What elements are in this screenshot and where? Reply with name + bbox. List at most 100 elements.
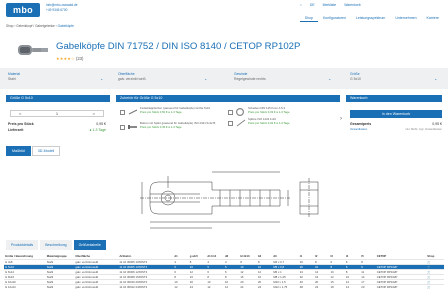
accessory-checkbox[interactable] [228, 121, 233, 126]
total-price: 0,95 € [432, 122, 442, 126]
tab-3d-model[interactable]: 3D-Modell [31, 146, 61, 156]
filter-size-label: Größe [350, 72, 360, 76]
nav-company[interactable]: Unternehmen [390, 15, 421, 22]
tab-product-details[interactable]: Produktdetails [6, 240, 39, 250]
table-cell: 20 [360, 283, 376, 289]
accessory-price: Preis pro Stück 0,50 € ● 1-3 Tage [140, 109, 182, 114]
table-cell: 12 [223, 283, 240, 289]
accessory-checkbox[interactable] [228, 110, 233, 115]
size-box: Größe G 5x10 [6, 95, 110, 147]
table-cell: G 12x24 [4, 283, 46, 289]
chevron-down-icon: ⌄ [100, 76, 104, 81]
accessories-title: Zubehör für Größe G 5x10 [116, 95, 340, 102]
cart-box: Warenkorb [346, 95, 442, 147]
delivery-label: Lieferzeit [8, 128, 24, 132]
table-cell: 48 [298, 283, 315, 289]
rating[interactable]: ★★★★☆ (23) [56, 56, 83, 61]
company-logo[interactable]: mbo [6, 3, 40, 17]
tab-dimension-drawing[interactable]: Maßbild [6, 146, 31, 156]
unit-price: 0,95 € [96, 122, 106, 126]
delivery-time: ● 1-3 Tage [89, 128, 106, 132]
table-cell: 11 10 30012 24X0ST4 [118, 283, 174, 289]
chevron-down-icon: ⌄ [328, 76, 332, 81]
nav-services[interactable]: Leistungsspektrum [351, 15, 390, 22]
filter-surface-value: galv. verzinkt weiß [118, 77, 146, 81]
qty-value[interactable]: 1 [56, 111, 58, 116]
top-links: ⌕ DE Merkliste Warenkorb [300, 3, 361, 7]
size-table: Größe / Bezeichnung Materialgruppe Oberflä… [4, 254, 444, 289]
accessory-price: Preis pro Stück 0,35 € ● 1-3 Tage [140, 124, 182, 129]
quantity-stepper[interactable]: < 1 > [10, 110, 104, 117]
breadcrumb-shop[interactable]: Shop [6, 24, 13, 28]
filter-material-label: Material [8, 72, 21, 76]
filter-thread-value: Regelgewinde rechts [234, 77, 266, 81]
product-image [18, 45, 48, 55]
washer-icon [236, 108, 244, 116]
cad-tabs: Maßbild 3D-Modell [6, 146, 61, 156]
size-box-title: Größe G 5x10 [6, 95, 110, 102]
table-cell: CETOP RP102P [375, 283, 427, 289]
table-cell: 12 [173, 283, 189, 289]
filter-thread[interactable]: Gewinde Regelgewinde rechts ⌄ [234, 72, 334, 81]
accessory-checkbox[interactable] [120, 125, 125, 130]
table-cell: 24 [188, 283, 207, 289]
table-cell: M12 x 1,75 [272, 283, 299, 289]
breadcrumb-category[interactable]: Gelenkkopf / Gabelgelenke [16, 24, 54, 28]
tab-size-table[interactable]: Größentabelle [73, 240, 106, 250]
total-row: Gesamtpreis 0,95 € [350, 122, 442, 126]
nav-shop[interactable]: Shop [299, 15, 318, 22]
tax-note: inkl. MwSt. zzgl. Versandkosten [405, 128, 442, 131]
accessory-price: Preis pro Stück 0,02 € ● 1-3 Tage [248, 120, 290, 125]
unit-price-row: Preis pro Stück 0,95 € [8, 122, 106, 126]
language-selector[interactable]: DE [310, 3, 315, 7]
filter-material-value: Stahl [8, 77, 16, 81]
cart-note: Versandkosten inkl. MwSt. zzgl. Versandk… [350, 128, 442, 131]
bolt-icon [128, 125, 137, 129]
total-label: Gesamtpreis [350, 122, 372, 126]
filter-material[interactable]: Material Stahl ⌄ [8, 72, 108, 81]
tab-description[interactable]: Beschreibung [40, 240, 72, 250]
accessory-checkbox[interactable] [120, 110, 125, 115]
review-count: (23) [75, 56, 84, 61]
cart-icon[interactable]: 🛒 [426, 283, 444, 289]
phone-link[interactable]: +49 9345 6700 [46, 8, 78, 13]
dimension-drawing [0, 160, 448, 240]
table-cell: 18 [329, 283, 345, 289]
main-nav: Shop Konfiguratoren Leistungsspektrum Un… [299, 15, 444, 22]
cotter-pin-icon [236, 119, 246, 127]
nav-configurators[interactable]: Konfiguratoren [318, 15, 351, 22]
search-icon[interactable]: ⌕ [300, 3, 302, 7]
table-cell: 24 [239, 283, 257, 289]
nav-careers[interactable]: Karriere [422, 15, 444, 22]
unit-price-label: Preis pro Stück [8, 122, 34, 126]
technical-drawing [140, 171, 319, 229]
filter-size[interactable]: Größe G 5x10 ⌄ [350, 72, 440, 81]
qty-decrease-button[interactable]: < [19, 111, 21, 116]
chevron-down-icon: ⌄ [434, 76, 438, 81]
rating-stars: ★★★★☆ [56, 56, 75, 61]
filter-surface[interactable]: Oberfläche galv. verzinkt weiß ⌄ [118, 72, 218, 81]
spring-pin-icon [128, 109, 138, 115]
table-row[interactable]: G 12x24 Stahl galv. verzinkt weiß 11 10 300… [4, 283, 444, 289]
filter-surface-label: Oberfläche [118, 72, 135, 76]
wishlist-link[interactable]: Merkliste [323, 3, 337, 7]
chevron-down-icon: ⌄ [204, 76, 208, 81]
email-link[interactable]: info@mbo-osswald.de [46, 3, 78, 8]
cart-title: Warenkorb [346, 95, 442, 102]
cart-link[interactable]: Warenkorb [344, 3, 360, 7]
shipping-link[interactable]: Versandkosten [350, 128, 367, 131]
filter-thread-label: Gewinde [234, 72, 248, 76]
table-cell: 24 [256, 283, 273, 289]
filter-size-value: G 5x10 [350, 77, 361, 81]
page-title: Gabelköpfe DIN 71752 / DIN ISO 8140 / CE… [56, 41, 301, 52]
breadcrumb: Shop › Gelenkkopf / Gabelgelenke › Gabel… [6, 24, 74, 28]
table-cell: Stahl [45, 283, 75, 289]
table-cell: 14 [344, 283, 361, 289]
accessory-price: Preis pro Stück 0,03 € ● 1-3 Tage [248, 109, 290, 114]
chevron-right-icon[interactable]: › [340, 116, 342, 122]
qty-increase-button[interactable]: > [93, 111, 95, 116]
breadcrumb-current: Gabelköpfe [57, 24, 74, 28]
product-tabs: Produktdetails Beschreibung Größentabell… [6, 240, 108, 250]
delivery-row: Lieferzeit ● 1-3 Tage [8, 128, 106, 132]
add-to-cart-button[interactable]: In den Warenkorb [350, 110, 442, 118]
